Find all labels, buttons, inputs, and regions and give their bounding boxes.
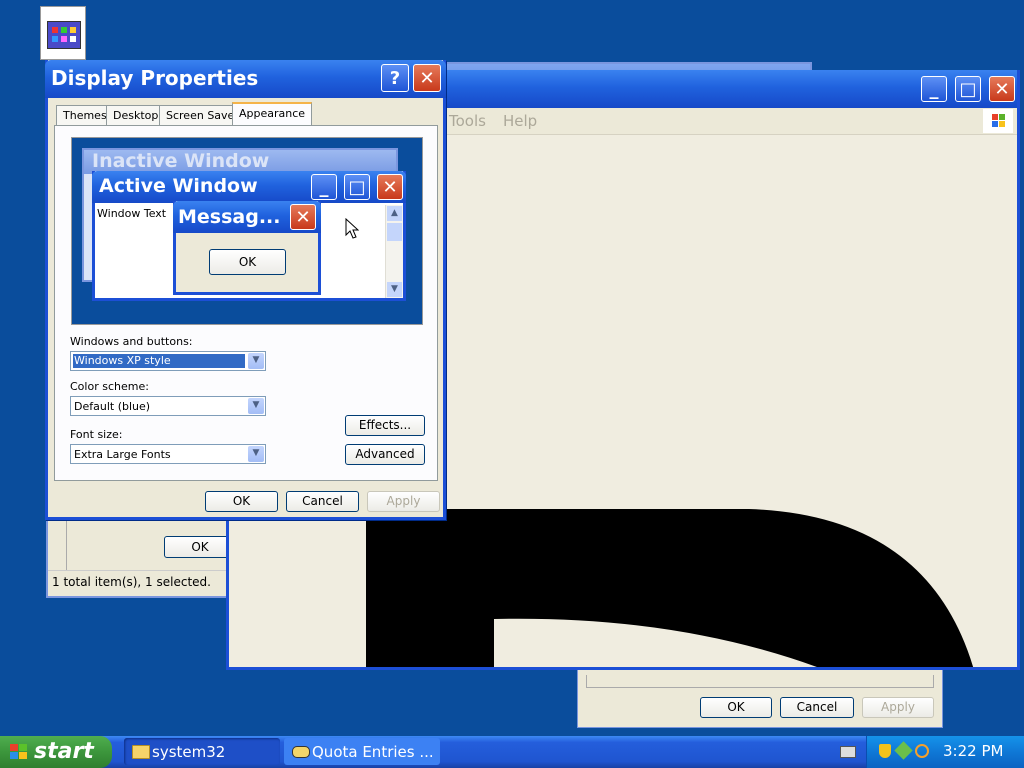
bottom-ok-button[interactable]: OK [700,697,772,718]
advanced-button[interactable]: Advanced [345,444,425,465]
message-close-icon: ✕ [290,204,316,230]
status-text: 1 total item(s), 1 selected. [52,575,211,589]
taskbar: start system32 Quota Entries ... 3:22 PM [0,736,1024,768]
windows-buttons-select[interactable]: Windows XP style ▼ [70,351,266,371]
inactive-window-title: Inactive Window [92,150,270,172]
dialog-close-button[interactable]: ✕ [413,64,441,92]
chevron-down-icon: ▼ [248,446,264,462]
menu-tools[interactable]: Tools [449,112,486,130]
system-tray: 3:22 PM [866,736,1024,768]
windows-flag-icon [10,744,28,760]
scroll-down-icon: ▼ [387,282,402,297]
start-button[interactable]: start [0,736,112,768]
chevron-down-icon: ▼ [248,353,264,369]
tab-panel: Inactive Window Active Window _ □ ✕ Wind… [54,125,438,481]
status-bar: 1 total item(s), 1 selected. [48,570,248,595]
message-box-preview: Messag... ✕ OK [173,201,321,295]
desktop-icon-control-panel[interactable] [36,4,92,60]
start-label: start [34,739,94,764]
folder-icon [132,745,150,759]
message-ok-button: OK [209,249,286,275]
preview-minimize-icon: _ [311,174,337,200]
apply-button: Apply [367,491,440,512]
clock: 3:22 PM [943,742,1004,760]
display-properties-dialog: Display Properties ? ✕ Themes Desktop Sc… [45,60,446,520]
close-button[interactable]: ✕ [989,76,1015,102]
taskbar-item-label: system32 [152,743,226,761]
color-scheme-label: Color scheme: [70,380,149,393]
windows-buttons-value: Windows XP style [73,354,245,368]
tab-desktop[interactable]: Desktop [106,105,166,125]
preview-maximize-icon: □ [344,174,370,200]
cancel-button[interactable]: Cancel [286,491,359,512]
preview-close-icon: ✕ [377,174,403,200]
color-scheme-value: Default (blue) [74,400,151,413]
window-text-sample: Window Text [97,207,167,220]
tab-appearance[interactable]: Appearance [232,102,313,125]
scroll-up-icon: ▲ [387,206,402,221]
minimize-button[interactable]: _ [921,76,947,102]
mouse-cursor-icon [345,218,359,239]
chevron-down-icon: ▼ [248,398,264,414]
menu-help[interactable]: Help [503,112,537,130]
appearance-preview: Inactive Window Active Window _ □ ✕ Wind… [71,137,423,325]
taskbar-item-label: Quota Entries ... [312,743,434,761]
windows-logo-icon [983,109,1013,133]
bottom-apply-button: Apply [862,697,934,718]
display-properties-titlebar: Display Properties ? ✕ [45,60,446,98]
maximize-button[interactable]: □ [955,76,981,102]
message-box-title: Messag... [178,206,281,228]
search-icon[interactable] [915,744,929,758]
help-button[interactable]: ? [381,64,409,92]
font-size-value: Extra Large Fonts [74,448,171,461]
dialog-title: Display Properties [51,66,259,90]
security-shield-icon[interactable] [879,744,891,758]
effects-button[interactable]: Effects... [345,415,425,436]
keyboard-icon[interactable] [840,746,856,758]
taskbar-item-system32[interactable]: system32 [124,738,280,765]
font-size-label: Font size: [70,428,123,441]
network-icon[interactable] [894,741,913,760]
bottom-cancel-button[interactable]: Cancel [780,697,854,718]
active-window-title: Active Window [99,175,258,197]
taskbar-item-quota-entries[interactable]: Quota Entries ... [284,738,440,765]
drive-icon [292,746,310,758]
color-scheme-select[interactable]: Default (blue) ▼ [70,396,266,416]
font-size-select[interactable]: Extra Large Fonts ▼ [70,444,266,464]
preview-scrollbar: ▲ ▼ [385,205,403,298]
control-panel-applet-icon [40,6,86,60]
ok-button[interactable]: OK [205,491,278,512]
windows-buttons-label: Windows and buttons: [70,335,193,348]
